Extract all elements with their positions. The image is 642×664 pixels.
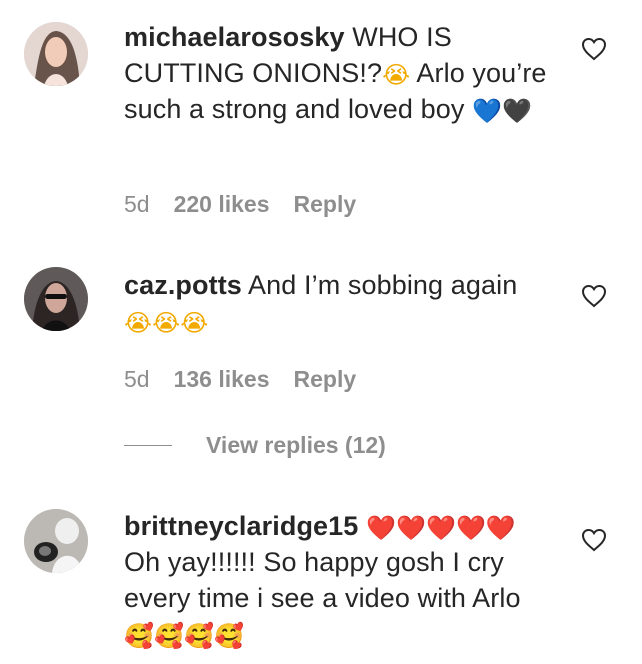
- likes-count[interactable]: 220 likes: [174, 191, 270, 218]
- avatar[interactable]: [24, 509, 88, 573]
- black-heart-emoji: 🖤: [502, 97, 532, 125]
- reply-button[interactable]: Reply: [294, 366, 357, 393]
- comment-age: 5d: [124, 191, 150, 217]
- crying-face-emoji: 😭: [382, 61, 411, 89]
- avatar[interactable]: [24, 267, 88, 331]
- like-heart-icon[interactable]: [581, 528, 607, 552]
- view-replies-label[interactable]: View replies (12): [206, 432, 386, 459]
- like-heart-icon[interactable]: [581, 37, 607, 61]
- reply-button[interactable]: Reply: [294, 191, 357, 218]
- comment-message-part: And I’m sobbing again: [248, 270, 518, 300]
- comment-text: brittneyclaridge15 ❤️❤️❤️❤️❤️ Oh yay!!!!…: [124, 508, 554, 652]
- comment-username[interactable]: caz.potts: [124, 270, 242, 300]
- comment-username[interactable]: brittneyclaridge15: [124, 511, 358, 541]
- replies-divider: [124, 445, 172, 446]
- comment-username[interactable]: michaelarososky: [124, 22, 345, 52]
- like-heart-icon[interactable]: [581, 284, 607, 308]
- comment-message-part: Oh yay!!!!!! So happy gosh I cry every t…: [124, 547, 521, 613]
- comment-meta: 5d 220 likes Reply: [124, 191, 356, 218]
- avatar[interactable]: [24, 22, 88, 86]
- crying-face-emoji: 😭😭😭: [124, 309, 209, 337]
- view-replies-button[interactable]: View replies (12): [124, 432, 386, 459]
- comment-age: 5d: [124, 366, 150, 392]
- smiling-face-with-hearts-emoji: 🥰🥰🥰🥰: [124, 622, 244, 650]
- comment-meta: 5d 136 likes Reply: [124, 366, 356, 393]
- blue-heart-emoji: 💙: [472, 97, 503, 125]
- likes-count[interactable]: 136 likes: [174, 366, 270, 393]
- red-hearts-emoji: ❤️❤️❤️❤️❤️: [366, 514, 516, 542]
- comment-text: michaelarososky WHO IS CUTTING ONIONS!?😭…: [124, 19, 554, 127]
- comment-text: caz.potts And I’m sobbing again 😭😭😭: [124, 267, 554, 339]
